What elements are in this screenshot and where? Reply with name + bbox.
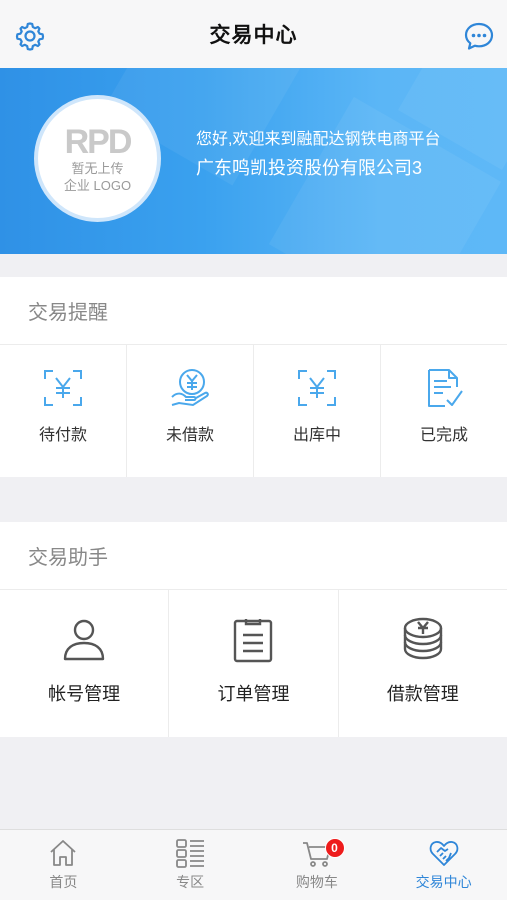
cart-count-badge: 0 [324, 838, 345, 858]
assistant-label: 借款管理 [386, 684, 459, 704]
nav-bar: 交易中心 [0, 0, 507, 68]
tab-home[interactable]: 首页 [0, 830, 127, 900]
reminder-outbound[interactable]: 出库中 [254, 345, 381, 477]
logo-placeholder-text: 暂无上传 [71, 160, 124, 176]
company-banner: RPD 暂无上传 企业 LOGO 您好,欢迎来到融配达钢铁电商平台 广东鸣凯投资… [0, 68, 507, 254]
reminder-label: 出库中 [292, 427, 341, 444]
tab-label: 专区 [176, 874, 205, 890]
logo-mark: RPD [64, 122, 133, 161]
account-management[interactable]: 帐号管理 [0, 590, 170, 737]
reminder-not-borrowed[interactable]: 未借款 [127, 345, 254, 477]
reminder-label: 已完成 [419, 427, 468, 444]
heart-handshake-icon [429, 841, 458, 866]
document-check-icon [428, 369, 463, 407]
grid-list-icon [176, 839, 205, 868]
page-title: 交易中心 [209, 24, 298, 47]
tab-label: 交易中心 [415, 874, 472, 890]
trade-assistant-section: 交易助手 帐号管理 订单管理 借款管理 [0, 522, 507, 737]
home-icon [50, 840, 76, 866]
company-name: 广东鸣凯投资股份有限公司3 [196, 158, 423, 178]
tab-label: 首页 [49, 874, 78, 890]
reminder-label: 未借款 [165, 427, 214, 444]
loan-management[interactable]: 借款管理 [339, 590, 507, 737]
assistant-grid: 帐号管理 订单管理 借款管理 [0, 590, 507, 737]
coin-stack-icon [403, 617, 443, 660]
yen-scan-icon [44, 370, 82, 406]
assistant-label: 订单管理 [217, 684, 290, 704]
yen-scan-icon [298, 370, 336, 406]
user-icon [63, 619, 105, 661]
section-title: 交易助手 [0, 522, 507, 590]
company-logo-placeholder[interactable]: RPD 暂无上传 企业 LOGO [34, 95, 161, 222]
reminder-completed[interactable]: 已完成 [381, 345, 507, 477]
tab-cart[interactable]: 0 购物车 [254, 830, 381, 900]
bottom-tab-bar: 首页 专区 0 购物车 交易中心 [0, 829, 507, 900]
settings-button[interactable] [14, 20, 46, 52]
message-button[interactable] [463, 20, 495, 52]
assistant-label: 帐号管理 [48, 684, 121, 704]
trade-reminders-section: 交易提醒 待付款 未借款 出库中 已完成 [0, 277, 507, 477]
section-title: 交易提醒 [0, 277, 507, 345]
yen-hand-icon [171, 369, 209, 407]
logo-placeholder-text: 企业 LOGO [63, 177, 132, 193]
tab-zone[interactable]: 专区 [127, 830, 254, 900]
order-management[interactable]: 订单管理 [169, 590, 339, 737]
clipboard-icon [234, 619, 273, 663]
reminders-grid: 待付款 未借款 出库中 已完成 [0, 345, 507, 477]
tab-trade-center[interactable]: 交易中心 [380, 830, 507, 900]
reminder-pending-payment[interactable]: 待付款 [0, 345, 127, 477]
reminder-label: 待付款 [38, 427, 87, 444]
gear-icon [15, 22, 45, 51]
welcome-text: 您好,欢迎来到融配达钢铁电商平台 [196, 131, 441, 148]
chat-bubble-icon [464, 22, 494, 50]
tab-label: 购物车 [295, 874, 338, 890]
